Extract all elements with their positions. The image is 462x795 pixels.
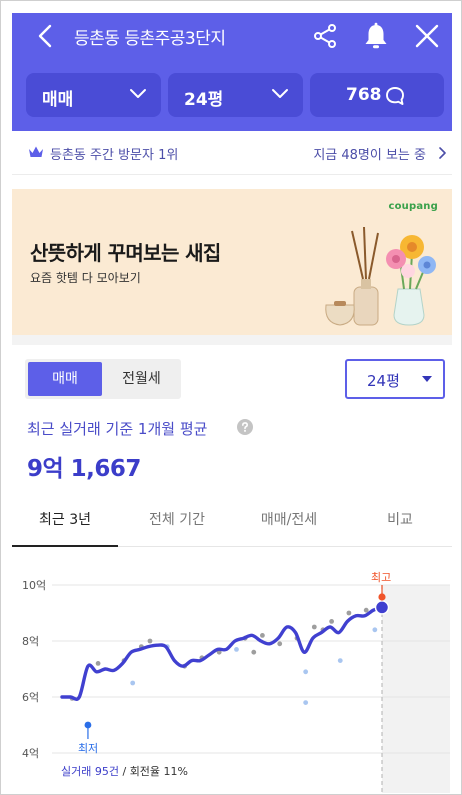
- tab-recent-3y[interactable]: 최근 3년: [12, 509, 118, 529]
- trade-point: [130, 680, 136, 686]
- ad-banner[interactable]: coupang 산뜻하게 꾸며보는 새집 요즘 핫템 다 모아보기: [12, 189, 452, 335]
- period-tabs: 최근 3년 전체 기간 매매/전세 비교: [12, 497, 452, 547]
- trade-point: [329, 619, 335, 624]
- chevron-down-icon: [130, 89, 146, 98]
- caret-down-icon: [422, 376, 432, 382]
- close-icon[interactable]: [414, 23, 440, 49]
- trade-point: [234, 647, 239, 652]
- trade-type-select[interactable]: 매매: [26, 73, 161, 117]
- comments-button[interactable]: 768: [310, 73, 444, 117]
- ad-subtitle: 요즘 핫템 다 모아보기: [30, 271, 141, 285]
- bell-icon[interactable]: [362, 22, 390, 50]
- area-value: 24평: [184, 90, 224, 110]
- active-tab-underline: [12, 545, 118, 547]
- y-tick-label: 6억: [22, 691, 39, 704]
- segment-sale[interactable]: 매매: [28, 362, 102, 396]
- price-chart[interactable]: 10억 8억 6억 4억 최고최저: [12, 557, 452, 793]
- high-marker-label: 최고: [371, 571, 391, 584]
- trade-count: 실거래 95건: [61, 765, 119, 778]
- visitor-rank: 등촌동 주간 방문자 1위: [50, 148, 179, 163]
- trade-point: [251, 649, 257, 655]
- tab-compare[interactable]: 비교: [348, 509, 452, 529]
- page-title: 등촌동 등촌주공3단지: [74, 29, 226, 49]
- trade-point: [311, 624, 317, 630]
- visitor-rank-bar[interactable]: 등촌동 주간 방문자 1위 지금 48명이 보는 중: [12, 131, 452, 175]
- comments-count: 768: [346, 85, 382, 105]
- y-tick-label: 10억: [22, 579, 46, 592]
- app-frame: 등촌동 등촌주공3단지 매매 24평 768 등촌동 주간 방문자 1위 지금 …: [0, 0, 462, 795]
- average-price: 9억 1,667: [27, 456, 141, 482]
- future-shade: [382, 585, 450, 793]
- area-select[interactable]: 24평: [168, 73, 303, 117]
- trade-stats: 실거래 95건 / 회전율 11%: [61, 765, 188, 778]
- y-tick-label: 4억: [22, 747, 39, 760]
- trade-type-value: 매매: [42, 90, 74, 110]
- area-dropdown-value: 24평: [367, 372, 400, 390]
- y-tick-label: 8억: [22, 635, 39, 648]
- trade-segment-control: 매매 전월세: [25, 359, 181, 399]
- tab-all-period[interactable]: 전체 기간: [124, 509, 230, 529]
- trade-point: [147, 638, 153, 644]
- ad-brand: coupang: [388, 201, 438, 212]
- trade-point: [337, 658, 343, 663]
- share-icon[interactable]: [312, 23, 338, 49]
- chevron-down-icon: [272, 89, 288, 98]
- trade-point: [277, 641, 283, 647]
- low-marker-dot: [84, 721, 92, 729]
- chevron-right-icon: [439, 147, 446, 159]
- trade-point: [303, 669, 309, 675]
- low-marker-label: 최저: [78, 742, 98, 755]
- average-label: 최근 실거래 기준 1개월 평균: [27, 420, 208, 438]
- ad-headline: 산뜻하게 꾸며보는 새집: [30, 241, 221, 265]
- header: 등촌동 등촌주공3단지 매매 24평 768: [12, 13, 452, 131]
- latest-point-marker: [374, 600, 390, 615]
- current-viewers: 지금 48명이 보는 중: [313, 148, 426, 163]
- crown-icon: [29, 146, 43, 157]
- trade-point: [95, 661, 101, 666]
- segment-rent[interactable]: 전월세: [105, 362, 178, 396]
- trade-point: [346, 610, 352, 616]
- price-trend-line: [60, 605, 384, 701]
- tab-sale-jeonse[interactable]: 매매/전세: [236, 509, 342, 529]
- header-row: 등촌동 등촌주공3단지: [12, 13, 452, 59]
- chat-bubble-icon: [386, 87, 404, 105]
- trade-point: [303, 700, 309, 705]
- trade-point: [372, 627, 378, 633]
- high-marker-dot: [378, 593, 386, 601]
- ad-illustration: [325, 226, 436, 326]
- back-icon[interactable]: [34, 23, 58, 49]
- section-divider: [12, 335, 452, 345]
- turnover-rate: 회전율 11%: [129, 765, 188, 778]
- trade-point: [363, 607, 369, 613]
- area-dropdown[interactable]: 24평: [345, 359, 445, 399]
- trade-point: [260, 633, 265, 638]
- help-icon[interactable]: [237, 419, 253, 435]
